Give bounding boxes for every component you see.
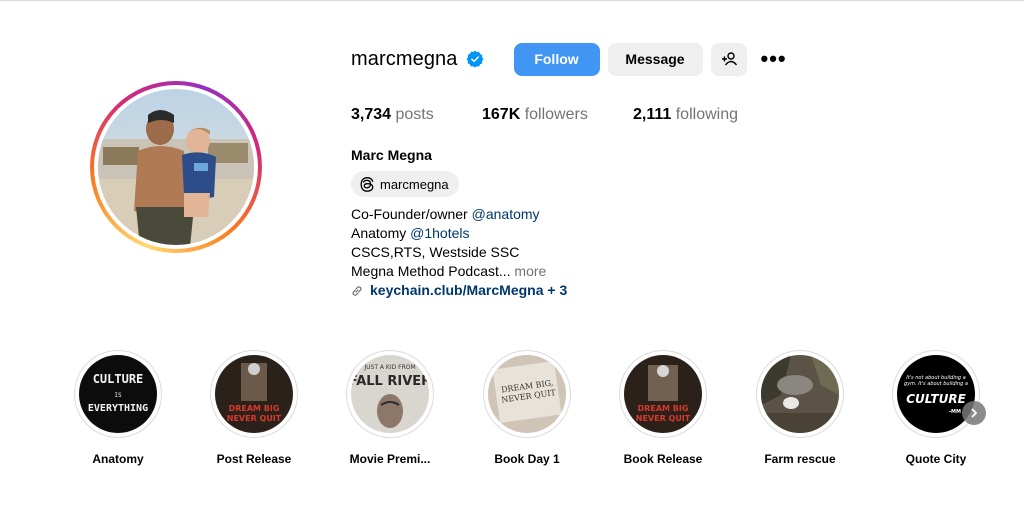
following-count: 2,111 (633, 106, 672, 123)
top-divider (0, 0, 1024, 1)
mention-anatomy-link[interactable]: @anatomy (472, 206, 540, 222)
bio-line1-text: Co-Founder/owner (351, 206, 472, 222)
highlight-cover: DREAM BIG NEVER QUIT (215, 355, 293, 433)
highlight-cover: DREAM BIG, NEVER QUIT (488, 355, 566, 433)
suggested-accounts-button[interactable] (710, 42, 747, 76)
following-stat[interactable]: 2,111 following (633, 106, 738, 124)
highlight-label: Farm rescue (764, 452, 836, 466)
bio-line: Co-Founder/owner @anatomy (351, 205, 567, 224)
verified-badge-icon (466, 50, 484, 68)
bio-line2-text: Anatomy (351, 225, 411, 241)
highlight-cover-text: DREAM BIG (638, 404, 689, 413)
posts-stat: 3,734 posts (351, 106, 482, 124)
highlight-label: Book Day 1 (494, 452, 560, 466)
highlight-cover (761, 355, 839, 433)
avatar-story-ring[interactable] (90, 81, 262, 253)
threads-icon (360, 176, 374, 192)
highlight-item[interactable]: DREAM BIG NEVER QUIT Post Release (204, 350, 304, 466)
highlight-label: Movie Premi... (349, 452, 431, 466)
highlight-cover-text: -MM (949, 409, 961, 415)
highlight-cover: JUST A KID FROM FALL RIVER (351, 355, 429, 433)
external-link-text: keychain.club/MarcMegna + 3 (370, 282, 568, 298)
avatar[interactable] (98, 89, 254, 245)
highlight-label: Post Release (216, 452, 292, 466)
more-options-icon[interactable]: ••• (761, 48, 787, 70)
highlight-item[interactable]: Farm rescue (750, 350, 850, 466)
highlight-cover-text: FALL RIVER (351, 374, 429, 389)
bio-line: Anatomy @1hotels (351, 224, 567, 243)
threads-badge[interactable]: marcmegna (351, 171, 459, 197)
link-icon (352, 285, 362, 296)
highlight-cover: DREAM BIG NEVER QUIT (624, 355, 702, 433)
followers-label: followers (524, 106, 588, 123)
highlight-cover-text: NEVER QUIT (227, 414, 282, 423)
highlight-cover-text: DREAM BIG (229, 404, 280, 413)
highlight-item[interactable]: CULTURE IS EVERYTHING Anatomy (68, 350, 168, 466)
highlight-cover-text: CULTURE (906, 392, 966, 406)
profile-stats: 3,734 posts 167K followers 2,111 followi… (351, 106, 738, 124)
highlight-cover-text: EVERYTHING (88, 403, 148, 414)
highlight-label: Book Release (623, 452, 703, 466)
highlight-cover-text: CULTURE (93, 372, 144, 386)
posts-label: posts (395, 106, 434, 123)
bio: Co-Founder/owner @anatomy Anatomy @1hote… (351, 205, 567, 300)
threads-handle: marcmegna (380, 176, 449, 192)
profile-header-row: marcmegna Follow Message ••• (351, 42, 787, 76)
posts-count: 3,734 (351, 106, 392, 123)
bio-more-button[interactable]: more (511, 263, 546, 279)
highlight-item[interactable]: JUST A KID FROM FALL RIVER Movie Premi..… (340, 350, 440, 466)
highlight-cover-text: IS (114, 392, 122, 399)
followers-count: 167K (482, 106, 521, 123)
bio-line3: CSCS,RTS, Westside SSC (351, 244, 520, 260)
highlight-cover-text: It's not about building a gym. It's abou… (904, 375, 968, 387)
highlight-cover: CULTURE IS EVERYTHING (79, 355, 157, 433)
username[interactable]: marcmegna (351, 48, 458, 71)
external-link[interactable]: keychain.club/MarcMegna + 3 (351, 281, 567, 300)
highlight-cover-text: JUST A KID FROM (363, 364, 415, 371)
highlight-label: Anatomy (92, 452, 144, 466)
message-button[interactable]: Message (607, 42, 703, 76)
highlight-cover: It's not about building a gym. It's abou… (897, 355, 975, 433)
followers-stat[interactable]: 167K followers (482, 106, 633, 124)
highlight-item[interactable]: DREAM BIG, NEVER QUIT Book Day 1 (477, 350, 577, 466)
following-label: following (675, 106, 738, 123)
add-person-icon (721, 52, 737, 66)
chevron-right-icon (971, 408, 978, 418)
highlight-label: Quote City (905, 452, 967, 466)
story-highlights: CULTURE IS EVERYTHING Anatomy DREAM BIG … (0, 350, 1024, 480)
bio-line4: Megna Method Podcast... (351, 263, 511, 279)
highlight-cover-text: NEVER QUIT (636, 414, 691, 423)
follow-button[interactable]: Follow (513, 42, 600, 76)
mention-1hotels-link[interactable]: @1hotels (410, 225, 469, 241)
highlights-next-button[interactable] (962, 401, 986, 425)
bio-line: Megna Method Podcast... more (351, 262, 567, 281)
full-name: Marc Megna (351, 147, 432, 163)
highlight-item[interactable]: DREAM BIG NEVER QUIT Book Release (613, 350, 713, 466)
